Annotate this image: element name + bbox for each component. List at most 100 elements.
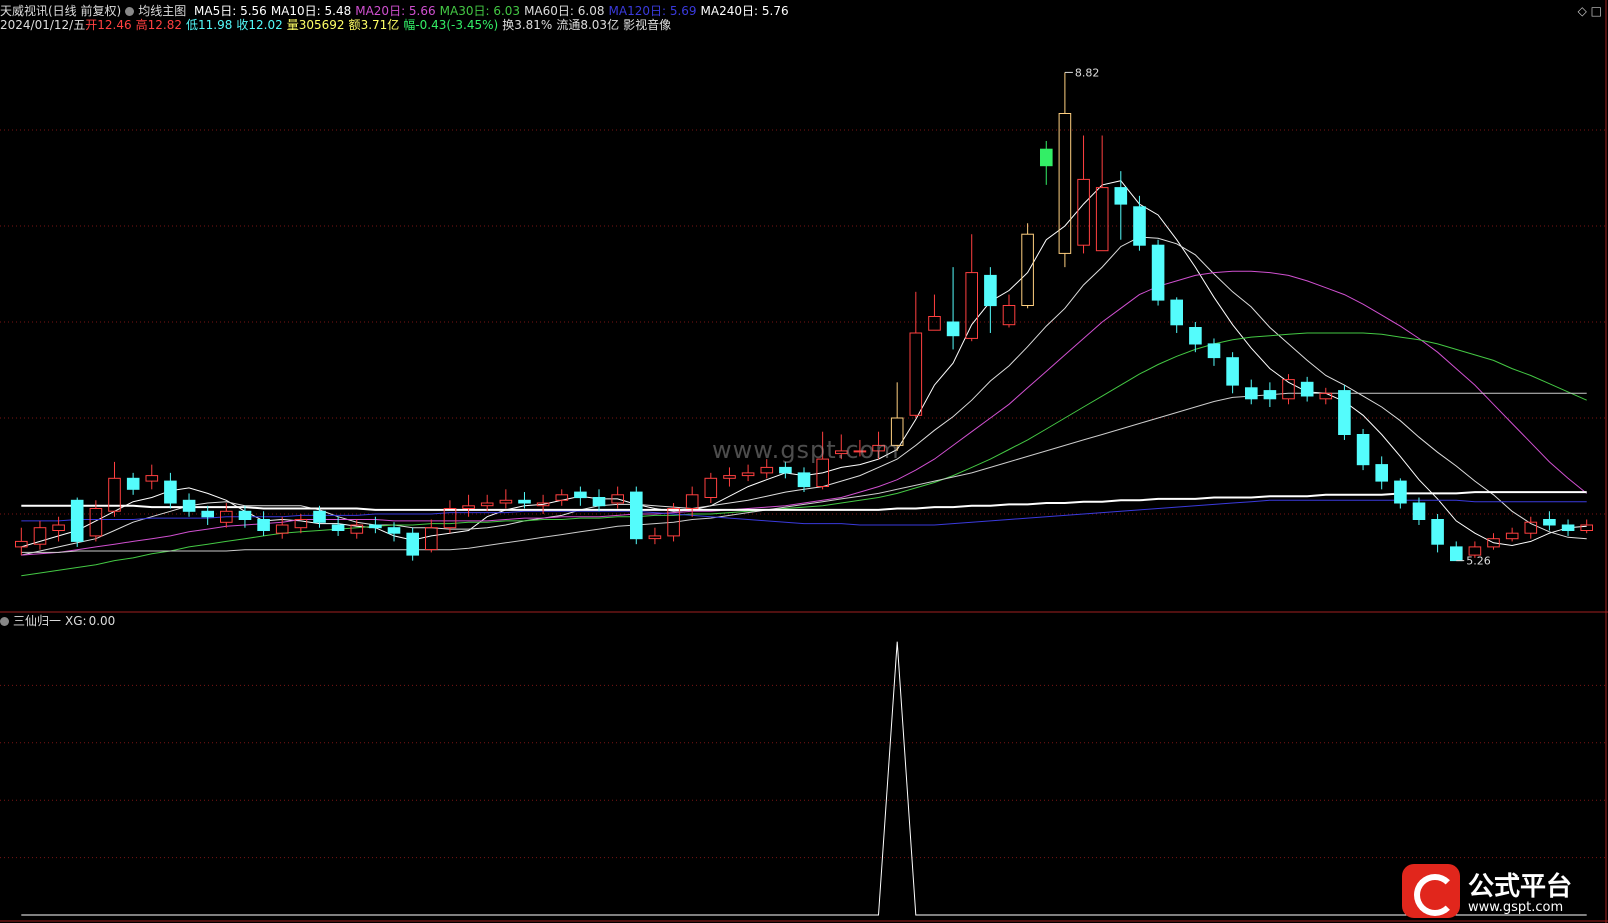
candle-body bbox=[741, 472, 755, 477]
candle-body bbox=[126, 477, 140, 490]
candle-body bbox=[1226, 357, 1239, 386]
candle-body bbox=[1505, 532, 1519, 540]
candle-body bbox=[1077, 178, 1090, 246]
candle-body bbox=[1058, 113, 1072, 254]
candle-body bbox=[704, 477, 718, 498]
ma-legend-item: MA60日: 6.08 bbox=[524, 4, 605, 18]
corner-icons[interactable]: ◇ □ bbox=[1578, 4, 1602, 18]
candle-body bbox=[1450, 546, 1463, 562]
candle-body bbox=[89, 508, 103, 537]
ma-legend-item: MA120日: 5.69 bbox=[608, 4, 697, 18]
candle-body bbox=[313, 510, 326, 523]
settings-icon[interactable] bbox=[125, 7, 135, 16]
annotation-label: 8.82 bbox=[1075, 66, 1100, 79]
candle-body bbox=[164, 480, 177, 504]
xg-signal-line bbox=[21, 641, 1587, 916]
candle-body bbox=[630, 491, 643, 540]
sub-header: 三仙归一 XG: 0.00 bbox=[0, 614, 119, 628]
candle-body bbox=[965, 272, 979, 339]
candle-body bbox=[406, 532, 419, 556]
candle-body bbox=[518, 499, 531, 504]
candle-body bbox=[443, 508, 457, 529]
indicator-name[interactable]: 均线主图 bbox=[138, 4, 186, 18]
ma-legend-item: MA5日: 5.56 bbox=[194, 4, 267, 18]
quote-line: 2024/01/12/五开12.46 高12.82 低11.98 收12.02 量305… bbox=[0, 18, 675, 32]
candle-body bbox=[1394, 480, 1407, 504]
watermark: www.gspt.com bbox=[712, 436, 900, 464]
sub-settings-icon[interactable] bbox=[0, 617, 9, 626]
logo-g-icon bbox=[1402, 864, 1460, 918]
ma-legend: MA5日: 5.56 MA10日: 5.48 MA20日: 5.66 MA30日: 6… bbox=[194, 4, 793, 18]
candle-body bbox=[1095, 187, 1109, 252]
stock-title[interactable]: 天威视讯(日线 前复权) bbox=[0, 4, 121, 18]
candle-body bbox=[425, 527, 438, 551]
candle-body bbox=[1561, 524, 1575, 531]
candle-body bbox=[797, 472, 811, 488]
candle-body bbox=[462, 505, 475, 509]
turnover-label: 换 bbox=[502, 18, 515, 32]
candle-body bbox=[1151, 244, 1165, 301]
volume-label: 量 bbox=[286, 18, 299, 32]
candle-body bbox=[387, 527, 401, 534]
candle-body bbox=[369, 524, 382, 529]
candle-body bbox=[685, 494, 699, 509]
annotation-label: 5.26 bbox=[1466, 555, 1491, 568]
candle-body bbox=[760, 466, 774, 474]
candle-body bbox=[1431, 519, 1444, 545]
candle-body bbox=[1356, 434, 1370, 466]
xg-label: XG: bbox=[65, 614, 87, 628]
candle-body bbox=[1189, 327, 1202, 345]
candle-body bbox=[1319, 392, 1333, 400]
turnover-value: 3.81% bbox=[514, 18, 553, 32]
logo-name: 公式平台 bbox=[1468, 872, 1573, 902]
candle-body bbox=[1412, 502, 1426, 520]
float-label: 流通 bbox=[556, 18, 581, 32]
candle-body bbox=[1375, 464, 1389, 482]
ma-line-ma20 bbox=[21, 270, 1588, 556]
candle-body bbox=[909, 332, 923, 416]
high-label: 高 bbox=[135, 18, 148, 32]
candle-body bbox=[70, 499, 84, 542]
candle-body bbox=[592, 497, 606, 507]
candle-body bbox=[946, 321, 960, 337]
candle-body bbox=[201, 510, 214, 518]
close-label: 收 bbox=[236, 18, 249, 32]
high-value: 12.82 bbox=[147, 18, 182, 32]
amount-label: 额 bbox=[348, 18, 361, 32]
candle-body bbox=[182, 499, 196, 512]
quote-date: 2024/01/12/五 bbox=[0, 18, 86, 32]
candle-body bbox=[779, 466, 792, 474]
float-value: 8.03亿 bbox=[580, 18, 620, 32]
candle-body bbox=[52, 524, 65, 531]
candle-body bbox=[331, 524, 345, 531]
open-value: 12.46 bbox=[97, 18, 132, 32]
volume-value: 305692 bbox=[298, 18, 345, 32]
site-logo: 公式平台 www.gspt.com bbox=[1402, 864, 1602, 920]
sub-indicator-name[interactable]: 三仙归一 bbox=[13, 614, 61, 628]
change-value: -0.43(-3.45%) bbox=[415, 18, 499, 32]
candle-body bbox=[1338, 390, 1351, 436]
amount-value: 3.71亿 bbox=[360, 18, 400, 32]
open-label: 开 bbox=[85, 18, 98, 32]
candle-body bbox=[928, 316, 941, 331]
ma-legend-item: MA10日: 5.48 bbox=[270, 4, 352, 18]
candle-body bbox=[1245, 387, 1258, 400]
change-label: 幅 bbox=[403, 18, 416, 32]
candle-body bbox=[984, 274, 997, 307]
candle-body bbox=[257, 519, 270, 531]
candle-body bbox=[238, 510, 252, 520]
close-value: 12.02 bbox=[248, 18, 283, 32]
candle-body bbox=[1300, 381, 1314, 397]
low-label: 低 bbox=[185, 18, 198, 32]
candle-body bbox=[1543, 519, 1556, 526]
candle-body bbox=[1207, 343, 1221, 359]
candle-body bbox=[275, 524, 289, 534]
candle-body bbox=[1263, 390, 1277, 400]
industry-tag[interactable]: 影视音像 bbox=[623, 18, 671, 32]
candle-body bbox=[1133, 206, 1146, 246]
candle-body bbox=[648, 535, 662, 540]
candle-body bbox=[1114, 187, 1128, 205]
main-header: 天威视讯(日线 前复权) 均线主图 MA5日: 5.56 MA10日: 5.48 MA… bbox=[0, 4, 797, 18]
logo-url: www.gspt.com bbox=[1468, 900, 1564, 915]
ma-legend-item: MA240日: 5.76 bbox=[700, 4, 789, 18]
